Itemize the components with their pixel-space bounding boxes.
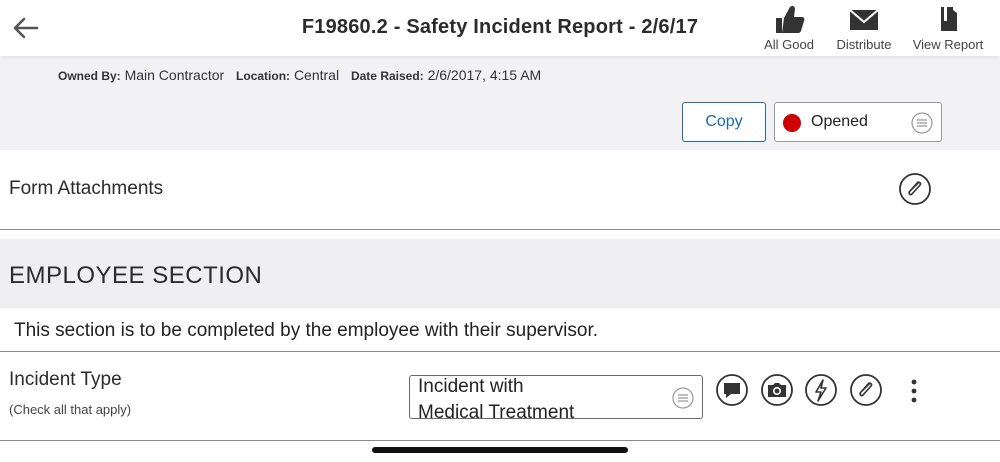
- list-menu-icon: [911, 112, 933, 134]
- thumbs-up-icon: [776, 5, 805, 33]
- distribute-button[interactable]: Distribute: [832, 4, 896, 52]
- section-description-row: This section is to be completed by the e…: [0, 308, 1000, 352]
- incident-type-value-line1: Incident with: [418, 376, 524, 397]
- top-bar: F19860.2 - Safety Incident Report - 2/6/…: [0, 0, 1000, 56]
- incident-type-select[interactable]: Incident with Medical Treatment: [409, 375, 703, 423]
- paperclip-icon[interactable]: [898, 172, 932, 206]
- section-description: This section is to be completed by the e…: [14, 320, 599, 341]
- form-attachments-label: Form Attachments: [9, 178, 164, 199]
- meta-line: Owned By: Main Contractor Location: Cent…: [58, 67, 549, 83]
- all-good-button[interactable]: All Good: [760, 4, 818, 52]
- incident-type-label: Incident Type: [9, 369, 122, 390]
- report-icon: [941, 7, 957, 31]
- location-value: Central: [293, 67, 340, 83]
- report-meta-band: Owned By: Main Contractor Location: Cent…: [0, 56, 1000, 150]
- employee-section-header: EMPLOYEE SECTION: [0, 239, 1000, 308]
- page-title: F19860.2 - Safety Incident Report - 2/6/…: [301, 16, 699, 38]
- back-button[interactable]: [10, 12, 42, 44]
- status-value: Opened: [811, 113, 868, 130]
- camera-icon[interactable]: [760, 373, 794, 407]
- copy-button[interactable]: Copy: [682, 102, 766, 142]
- all-good-label: All Good: [764, 37, 814, 52]
- comment-icon[interactable]: [715, 373, 749, 407]
- envelope-icon: [849, 9, 879, 30]
- paperclip-icon[interactable]: [849, 373, 883, 407]
- section-title: EMPLOYEE SECTION: [9, 262, 263, 289]
- date-raised-value: 2/6/2017, 4:15 AM: [427, 67, 542, 83]
- incident-type-value: Incident with Medical Treatment: [418, 374, 668, 426]
- owned-by-value: Main Contractor: [124, 67, 225, 83]
- location-label: Location:: [236, 69, 291, 83]
- home-indicator: [372, 447, 628, 453]
- view-report-button[interactable]: View Report: [910, 4, 986, 52]
- status-dropdown[interactable]: Opened: [774, 102, 942, 142]
- incident-type-row: Incident Type (Check all that apply) Inc…: [0, 352, 1000, 441]
- list-menu-icon: [672, 387, 694, 409]
- status-indicator-dot: [783, 114, 801, 132]
- view-report-label: View Report: [912, 37, 984, 52]
- distribute-label: Distribute: [836, 37, 892, 52]
- form-attachments-row: Form Attachments: [0, 150, 1000, 230]
- lightning-icon[interactable]: [804, 373, 838, 407]
- owned-by-label: Owned By:: [58, 69, 121, 83]
- date-raised-label: Date Raised:: [350, 69, 424, 83]
- incident-type-hint: (Check all that apply): [9, 402, 132, 417]
- arrow-left-icon: [13, 17, 39, 39]
- incident-type-value-line2: Medical Treatment: [418, 402, 575, 423]
- more-vertical-icon[interactable]: [902, 378, 926, 406]
